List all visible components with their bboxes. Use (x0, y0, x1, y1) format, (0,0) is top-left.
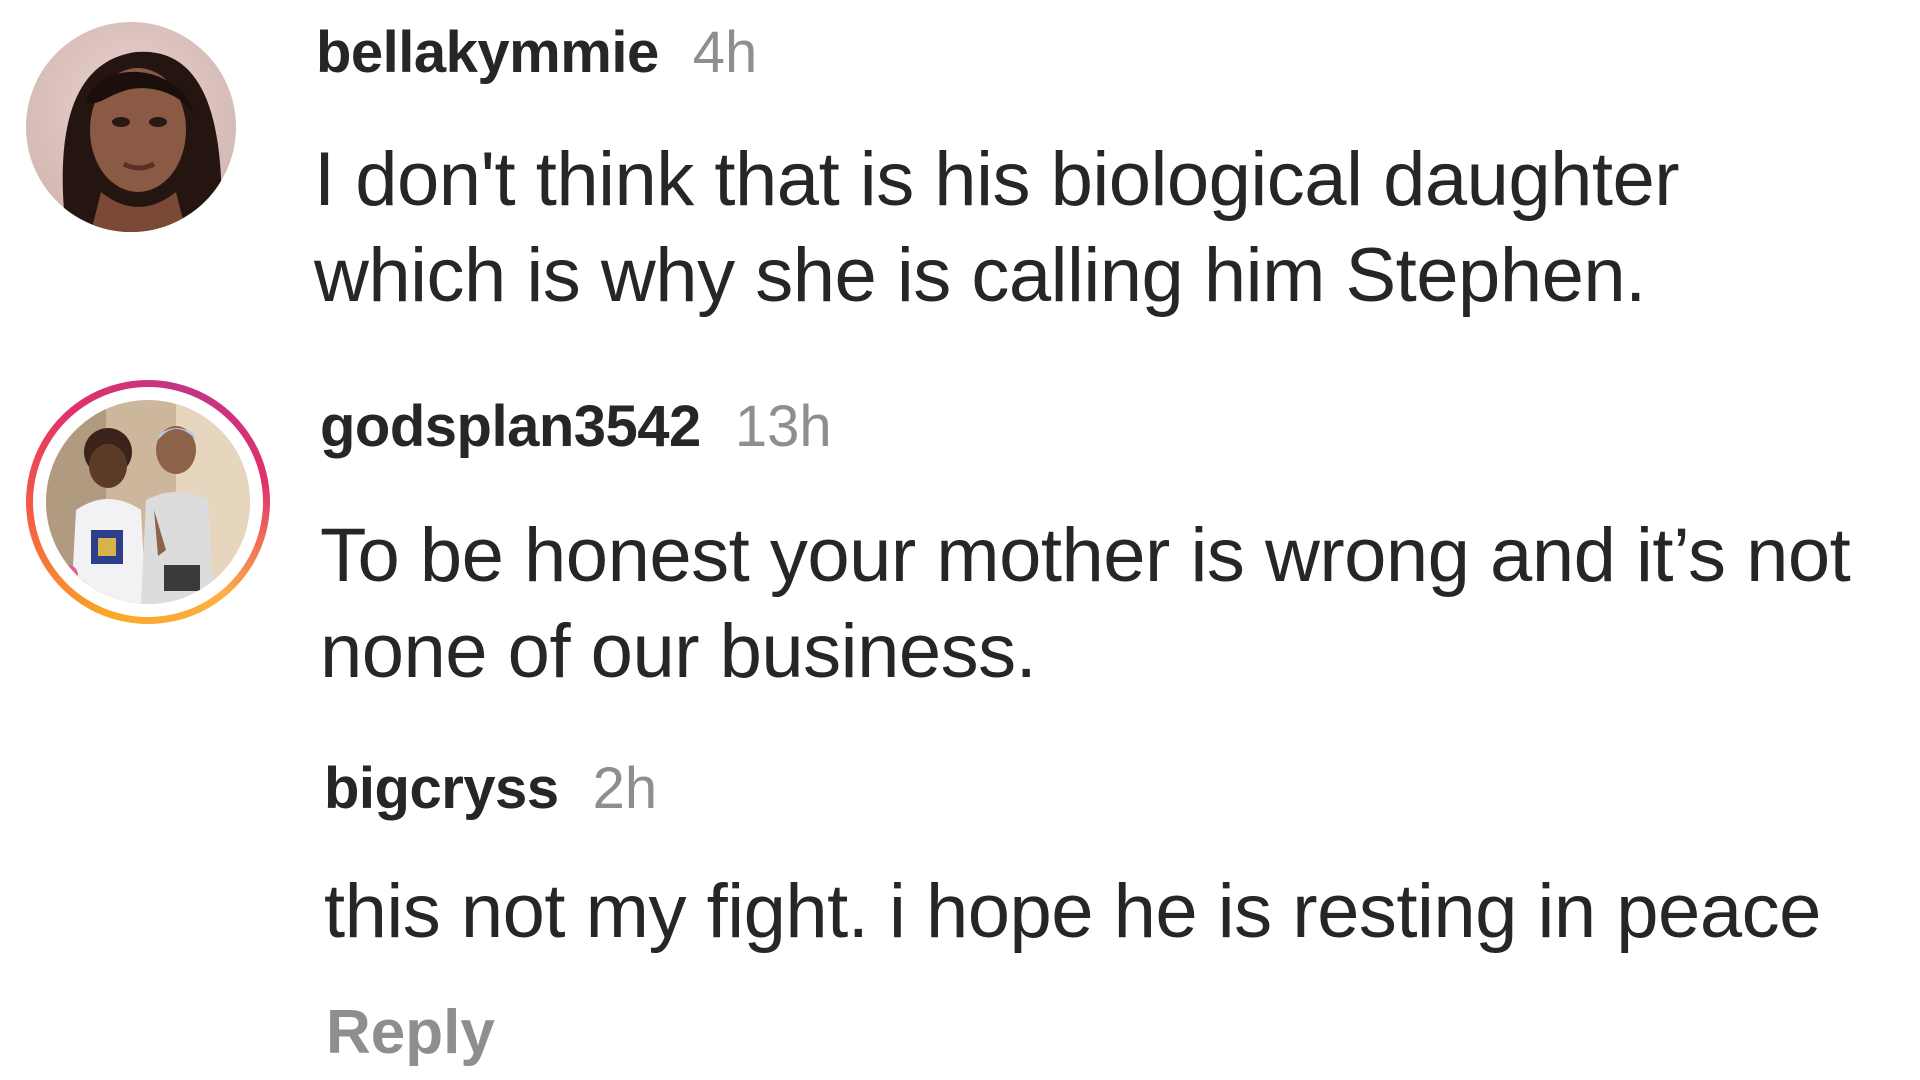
comment-time: 13h (734, 394, 832, 459)
story-ring[interactable] (26, 380, 270, 624)
comment-time: 4h (692, 20, 758, 85)
reply-username[interactable]: bigcryss (324, 756, 559, 821)
reply-text: this not my fight. i hope he is resting … (324, 869, 1821, 954)
comment-item: godsplan3542 13h To be honest your mother… (0, 370, 1920, 700)
reply-time: 2h (592, 756, 658, 821)
comment-meta: bellakymmie 4h (316, 24, 757, 82)
comment-text-line: which is why she is calling him Stephen. (314, 233, 1646, 318)
reply-meta: bigcryss 2h (324, 760, 657, 818)
comment-meta: godsplan3542 13h (320, 398, 832, 456)
reply-button[interactable]: Reply (326, 1002, 495, 1064)
comment-username[interactable]: godsplan3542 (320, 394, 701, 459)
comment-text-line: To be honest your mother is wrong and it… (320, 513, 1851, 598)
comment-text-line: none of our business. (320, 609, 1037, 694)
comment-text: To be honest your mother is wrong and it… (320, 508, 1851, 700)
comment-username[interactable]: bellakymmie (316, 20, 659, 85)
avatar[interactable] (26, 22, 236, 232)
profile-photo-woman-icon (26, 22, 236, 232)
reply-item: bigcryss 2h this not my fight. i hope he … (0, 740, 1920, 1080)
comment-text: I don't think that is his biological dau… (314, 132, 1680, 324)
profile-photo-couple-icon (46, 400, 250, 604)
comment-item: bellakymmie 4h I don't think that is his … (0, 0, 1920, 340)
comment-text-line: I don't think that is his biological dau… (314, 137, 1680, 222)
avatar (46, 400, 250, 604)
